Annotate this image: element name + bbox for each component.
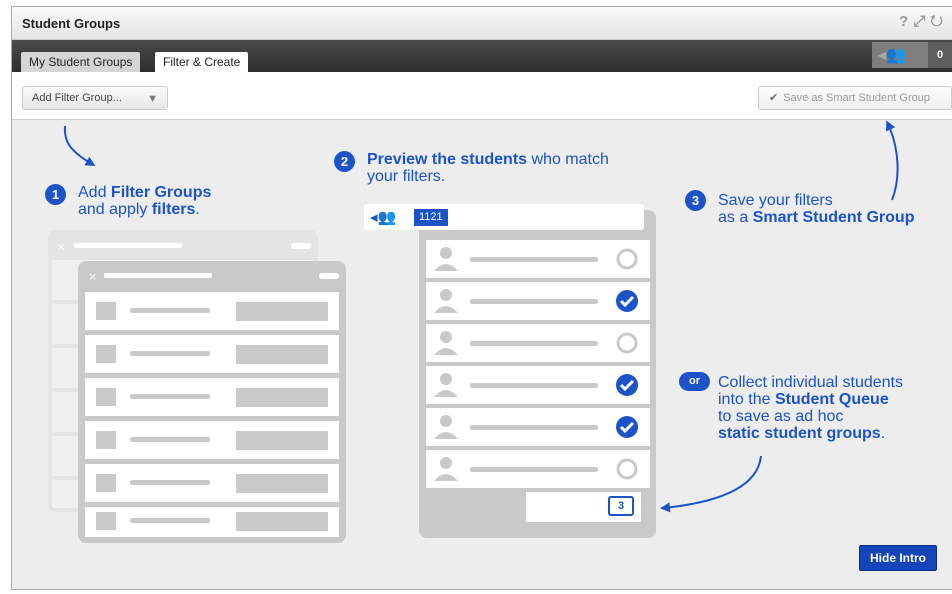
save-smart-group-label: Save as Smart Student Group	[783, 92, 930, 104]
step3-badge: 3	[685, 190, 706, 211]
student-queue-icon: ◂👥	[878, 47, 906, 64]
preview-panel	[419, 210, 656, 538]
svg-text:×: ×	[88, 270, 97, 283]
refresh-icon[interactable]: ↻	[930, 13, 948, 30]
preview-header: ◂👥 1121	[364, 204, 644, 230]
tab-filter-create[interactable]: Filter & Create	[155, 52, 249, 72]
step3-text: Save your filters as a Smart Student Gro…	[718, 192, 915, 226]
or-step-text: Collect individual students into the Stu…	[718, 374, 903, 442]
students-icon: ◂👥	[370, 209, 397, 226]
filter-panel-front: ×	[78, 261, 346, 543]
checked-circle-icon	[616, 290, 638, 312]
step2-badge: 2	[334, 151, 355, 172]
student-queue-count: 0	[928, 42, 952, 68]
add-filter-group-button[interactable]: Add Filter Group... ▼	[22, 86, 168, 110]
help-icon[interactable]: ?	[899, 13, 913, 30]
arrow-to-student-queue	[660, 455, 762, 513]
preview-count: 1121	[414, 209, 448, 226]
arrow-to-save-button	[885, 120, 899, 201]
queue-tray-icon: 3	[608, 496, 634, 516]
dropdown-caret-icon: ▼	[147, 93, 158, 105]
intro-canvas: × × ◂👥 1121 3 1 Add Filter Groups and ap…	[12, 120, 952, 589]
checked-circle-icon	[616, 416, 638, 438]
step1-text: Add Filter Groups and apply filters.	[78, 184, 212, 218]
tab-bar: My Student Groups Filter & Create ◂👥 0	[12, 40, 952, 72]
student-queue-button[interactable]: ◂👥 0	[872, 42, 952, 68]
hide-intro-button[interactable]: Hide Intro	[859, 545, 937, 571]
step2-text: Preview the students who match your filt…	[367, 151, 609, 185]
save-smart-group-button[interactable]: ✔ Save as Smart Student Group	[758, 86, 952, 110]
svg-text:×: ×	[57, 242, 65, 253]
titlebar-icons: ?⤢↻	[899, 13, 948, 30]
add-filter-group-label: Add Filter Group...	[32, 92, 122, 104]
student-queue-illustration: 3	[526, 492, 641, 522]
student-groups-window: Student Groups ?⤢↻ My Student Groups Fil…	[11, 6, 952, 590]
expand-icon[interactable]: ⤢	[913, 13, 930, 30]
checked-circle-icon	[616, 374, 638, 396]
arrow-to-add-filter	[63, 125, 96, 167]
or-badge: or	[679, 372, 710, 391]
step1-badge: 1	[45, 184, 66, 205]
tab-my-student-groups[interactable]: My Student Groups	[21, 52, 141, 72]
check-icon: ✔	[769, 92, 779, 104]
title-bar: Student Groups ?⤢↻	[12, 7, 952, 40]
window-title: Student Groups	[22, 16, 121, 31]
toolbar: Add Filter Group... ▼ ✔ Save as Smart Stu…	[12, 72, 952, 120]
